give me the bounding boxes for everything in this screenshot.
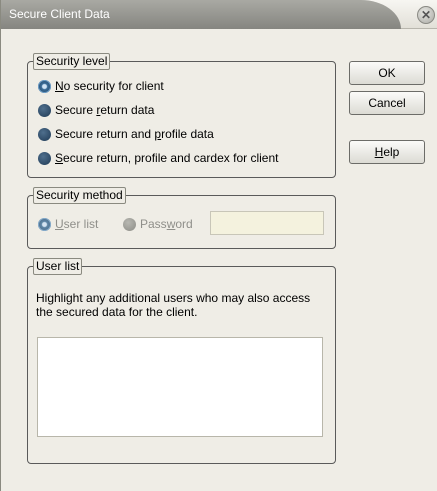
radio-secure-all-label: Secure return, profile and cardex for cl… [55,151,279,165]
radio-password-label: Password [140,217,193,231]
user-list-box[interactable] [37,337,323,437]
radio-icon [38,103,51,117]
radio-secure-return-label: Secure return data [55,103,155,117]
secure-client-data-dialog: Secure Client Data ✕ Security level No s… [0,0,437,491]
radio-secure-return-profile[interactable]: Secure return and profile data [38,127,214,141]
radio-selected-icon [38,79,51,93]
window-title: Secure Client Data [9,7,110,21]
user-list-group: User list Highlight any additional users… [27,258,336,464]
radio-icon [38,127,51,141]
security-method-group: Security method User list Password [27,187,336,249]
help-button[interactable]: Help [349,140,425,164]
radio-secure-return-profile-label: Secure return and profile data [55,127,214,141]
title-bar: Secure Client Data ✕ [1,0,437,29]
user-list-legend: User list [33,258,83,275]
ok-button[interactable]: OK [349,61,425,85]
close-button[interactable]: ✕ [417,6,435,24]
radio-icon [123,217,136,231]
title-tab: Secure Client Data [1,0,401,29]
radio-user-list-label: User list [55,217,99,231]
user-list-instructions: Highlight any additional users who may a… [36,291,311,319]
radio-secure-return[interactable]: Secure return data [38,103,154,117]
radio-icon [38,151,51,165]
security-level-legend: Security level [33,53,111,70]
radio-no-security[interactable]: No security for client [38,79,164,93]
radio-password[interactable]: Password [123,217,193,231]
security-level-group: Security level No security for client Se… [27,53,336,178]
security-method-legend: Security method [33,187,126,204]
password-input[interactable] [210,211,324,235]
radio-no-security-label: No security for client [55,79,164,93]
radio-secure-all[interactable]: Secure return, profile and cardex for cl… [38,151,278,165]
radio-selected-icon [38,217,51,231]
radio-user-list[interactable]: User list [38,217,98,231]
cancel-button[interactable]: Cancel [349,91,425,115]
close-icon: ✕ [420,8,432,22]
